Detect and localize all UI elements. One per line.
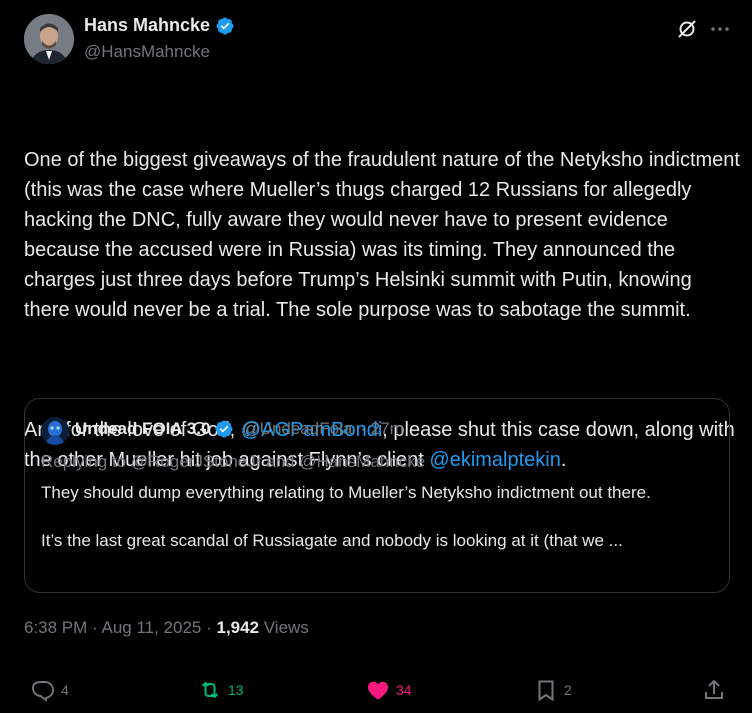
share-icon — [705, 679, 723, 699]
tweet: Hans Mahncke @HansMahncke One of the big… — [0, 0, 752, 713]
tweet-meta: 6:38 PM · Aug 11, 2025 · 1,942 Views — [24, 618, 309, 638]
quoted-line: It’s the last great scandal of Russiagat… — [41, 531, 623, 550]
replying-to: Replying to @RogerJStoneJr and @HansMahn… — [41, 452, 426, 471]
quoted-text: They should dump everything relating to … — [41, 481, 711, 553]
author-handle[interactable]: @HansMahncke — [84, 42, 210, 62]
quoted-line: They should dump everything relating to … — [41, 483, 651, 502]
more-icon[interactable] — [708, 17, 732, 41]
reply-count: 4 — [61, 682, 69, 698]
share-button[interactable] — [702, 678, 726, 702]
tweet-paragraph-1: One of the biggest giveaways of the frau… — [24, 149, 746, 321]
heart-icon — [368, 681, 388, 700]
quoted-timestamp: · 27m — [360, 419, 404, 438]
reply-icon — [32, 681, 54, 702]
quoted-tweet[interactable]: Undead FOIA 3.0 @UndeadFoia · 27m Replyi… — [24, 398, 730, 593]
author-name[interactable]: Hans Mahncke — [84, 15, 210, 36]
grok-icon[interactable] — [675, 17, 699, 41]
tweet-timestamp[interactable]: 6:38 PM · Aug 11, 2025 · — [24, 618, 216, 637]
views-count: 1,942 — [216, 618, 260, 637]
reply-button[interactable]: 4 — [31, 678, 69, 702]
bookmark-count: 2 — [564, 682, 572, 698]
quoted-author-handle: @UndeadFoia — [242, 419, 353, 438]
quoted-author-name: Undead FOIA 3.0 — [75, 419, 211, 438]
action-bar: 4 13 34 2 — [0, 678, 752, 708]
views-label: Views — [259, 618, 309, 637]
repost-button[interactable]: 13 — [198, 678, 244, 702]
repost-count: 13 — [228, 682, 244, 698]
like-count: 34 — [396, 682, 412, 698]
quoted-avatar[interactable] — [41, 417, 69, 445]
bookmark-icon — [538, 680, 554, 702]
verified-badge-icon — [216, 16, 234, 35]
bookmark-button[interactable]: 2 — [534, 678, 572, 702]
like-button[interactable]: 34 — [366, 678, 412, 702]
author-avatar[interactable] — [24, 14, 74, 64]
repost-icon — [201, 681, 219, 699]
verified-badge-icon — [215, 420, 233, 438]
